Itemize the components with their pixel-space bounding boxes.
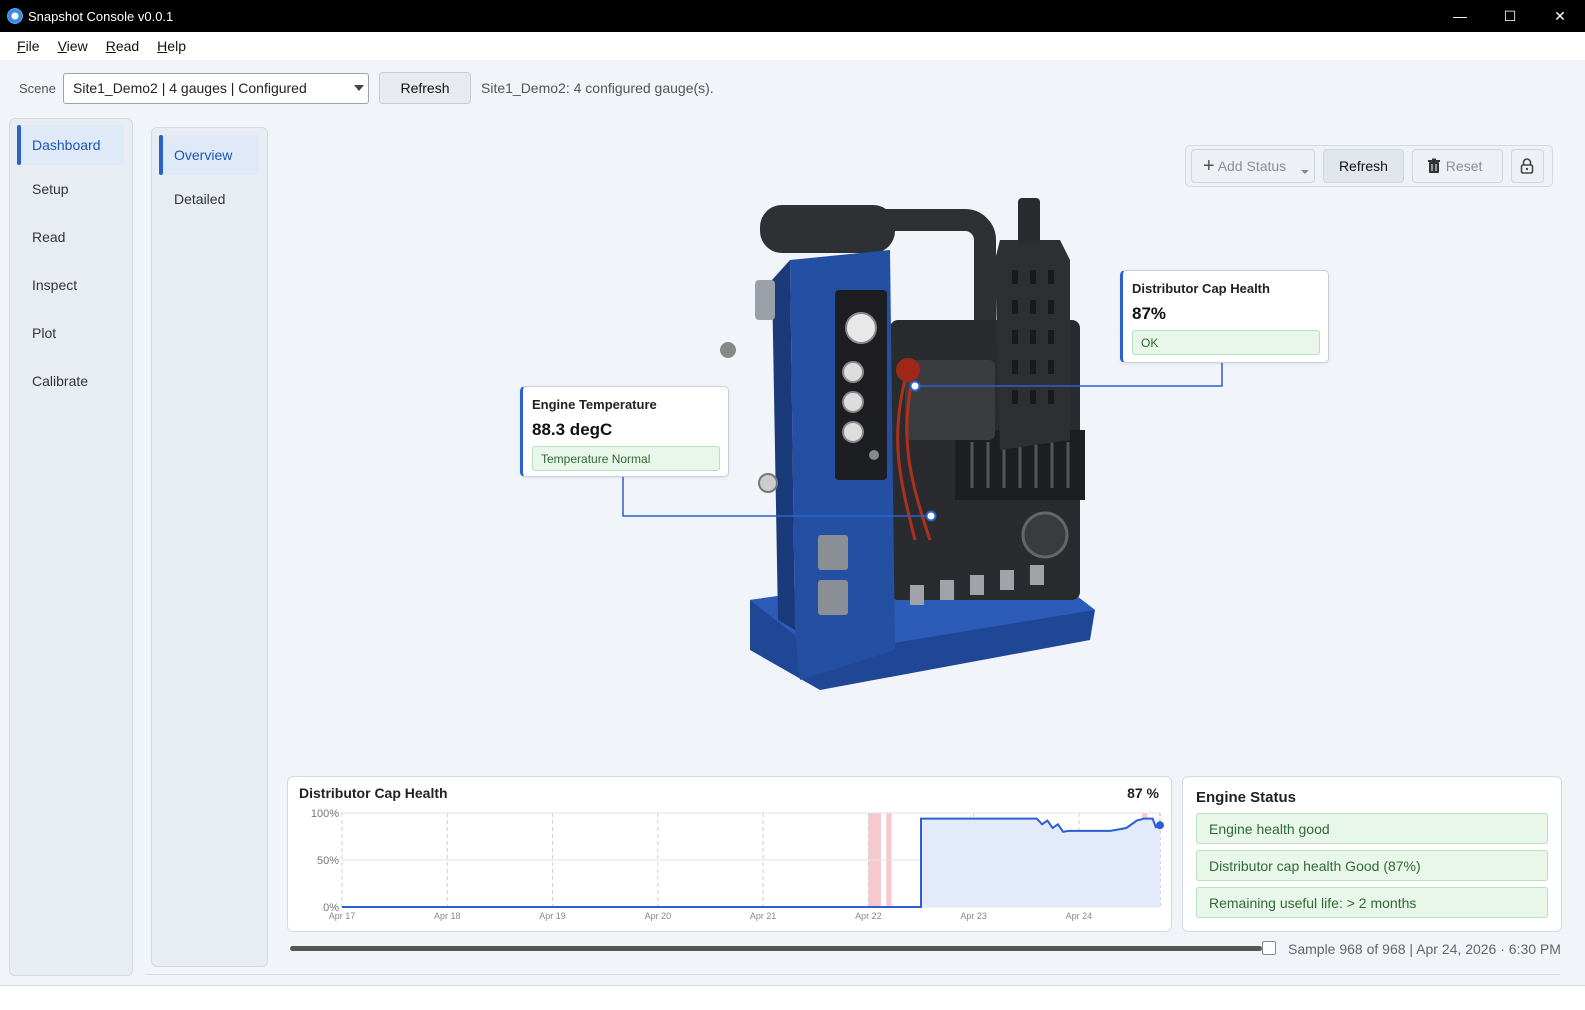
y-tick-label: 50%	[317, 855, 339, 867]
x-tick-label: Apr 20	[645, 911, 672, 921]
engine-temperature-callout[interactable]: Engine Temperature 88.3 degC Temperature…	[520, 386, 729, 477]
status-bar	[0, 985, 1585, 1010]
status-item: Distributor cap health Good (87%)	[1196, 850, 1548, 881]
status-item: Remaining useful life: > 2 months	[1196, 887, 1548, 918]
callout-value: 87%	[1132, 304, 1167, 323]
x-tick-label: Apr 23	[960, 911, 987, 921]
callout-title: Distributor Cap Health	[1132, 281, 1270, 296]
y-tick-label: 100%	[311, 808, 339, 820]
x-tick-label: Apr 17	[329, 911, 356, 921]
callout-status: Temperature Normal	[532, 446, 720, 471]
callout-title: Engine Temperature	[532, 397, 657, 412]
x-tick-label: Apr 18	[434, 911, 461, 921]
chart-current-value: 87 %	[1127, 785, 1159, 801]
anchor-point[interactable]	[925, 510, 937, 522]
anchor-point[interactable]	[909, 380, 921, 392]
x-tick-label: Apr 24	[1066, 911, 1093, 921]
status-item: Engine health good	[1196, 813, 1548, 844]
chart-area	[342, 818, 1160, 907]
callout-status: OK	[1132, 330, 1320, 355]
sample-text: Sample 968 of 968 | Apr 24, 2026 · 6:30 …	[1288, 941, 1561, 957]
chart-end-point	[1156, 821, 1164, 830]
engine-status-title: Engine Status	[1196, 789, 1297, 806]
distributor-callout[interactable]: Distributor Cap Health 87% OK	[1120, 270, 1329, 363]
x-tick-label: Apr 19	[539, 911, 566, 921]
callout-value: 88.3 degC	[532, 420, 613, 439]
engine-status-panel: Engine Status Engine health good Distrib…	[1182, 776, 1562, 932]
timeline-slider-thumb[interactable]	[1262, 941, 1276, 955]
x-tick-label: Apr 22	[855, 911, 882, 921]
timeline-slider[interactable]	[290, 946, 1262, 951]
distributor-chart-panel: 0% 50% 100% Apr 17 Apr 18 Apr 19 Apr 20 Apr 21 A…	[287, 776, 1172, 932]
divider	[146, 974, 1560, 975]
x-tick-label: Apr 21	[750, 911, 777, 921]
chart-title: Distributor Cap Health	[299, 785, 448, 801]
